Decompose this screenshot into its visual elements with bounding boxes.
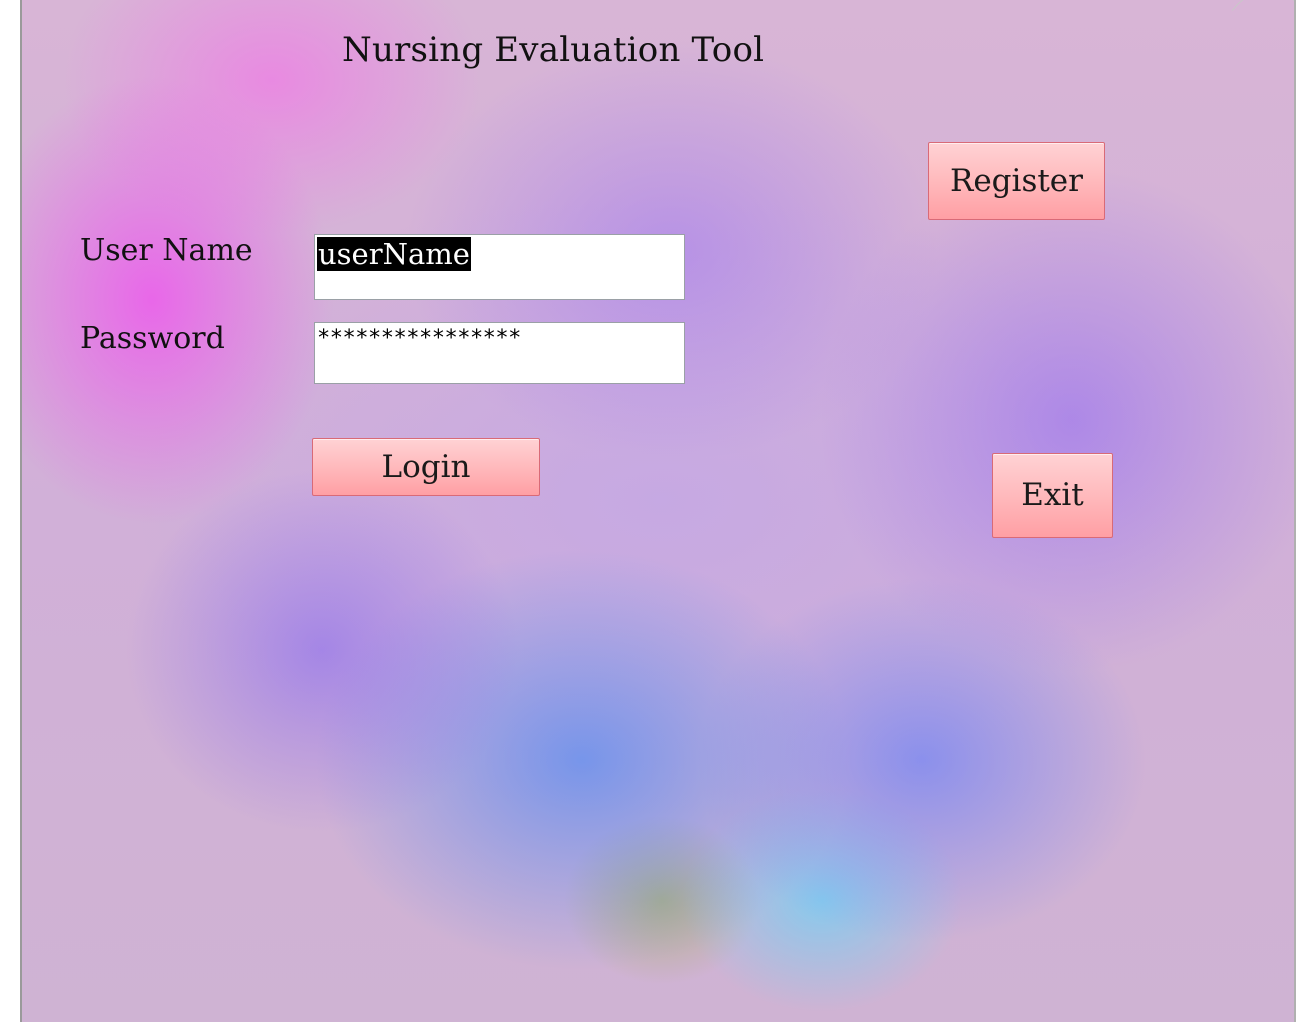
login-window: Nursing Evaluation Tool Register User Na… <box>20 0 1296 1022</box>
register-button[interactable]: Register <box>928 142 1105 220</box>
username-value: userName <box>317 237 471 271</box>
username-label: User Name <box>80 233 253 268</box>
password-input[interactable]: **************** <box>314 322 685 384</box>
app-title: Nursing Evaluation Tool <box>342 30 765 70</box>
exit-button[interactable]: Exit <box>992 453 1113 538</box>
login-button[interactable]: Login <box>312 438 540 496</box>
password-label: Password <box>80 321 225 356</box>
decorative-arc <box>1212 0 1294 162</box>
username-input[interactable]: userName <box>314 234 685 300</box>
